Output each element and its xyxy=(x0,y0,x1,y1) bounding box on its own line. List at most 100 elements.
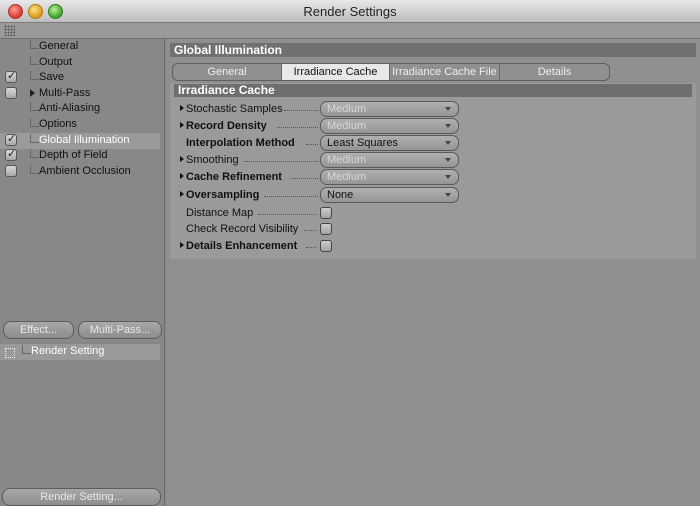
param-label: Details Enhancement xyxy=(186,240,298,252)
expand-arrow-icon[interactable] xyxy=(180,173,184,179)
tree-line xyxy=(30,134,39,143)
dot-leader xyxy=(277,127,318,128)
sidebar-item-depth-of-field[interactable]: Depth of Field xyxy=(0,147,160,164)
render-setting-icon xyxy=(5,348,15,358)
dot-leader xyxy=(306,247,316,248)
tree-line xyxy=(30,118,39,127)
tree-line xyxy=(30,56,39,65)
dot-leader xyxy=(284,110,318,111)
cache-refinement-dropdown[interactable]: Medium xyxy=(320,169,459,185)
expand-arrow-icon[interactable] xyxy=(180,122,184,128)
expand-arrow-icon[interactable] xyxy=(180,242,184,248)
tab-general[interactable]: General xyxy=(173,64,282,80)
param-row-cache-refinement: Cache Refinement Medium xyxy=(174,169,474,185)
param-row-interpolation-method: Interpolation Method Least Squares xyxy=(174,135,474,151)
chevron-down-icon xyxy=(445,175,451,179)
toolbar xyxy=(0,23,700,39)
sidebar-item-ambient-occlusion[interactable]: Ambient Occlusion xyxy=(0,164,160,180)
dot-leader xyxy=(304,230,316,231)
sidebar-item-save[interactable]: Save xyxy=(0,69,160,86)
dropdown-value: None xyxy=(327,189,354,201)
tab-irradiance-cache-file[interactable]: Irradiance Cache File xyxy=(390,64,500,80)
section-title: Global Illumination xyxy=(170,43,696,57)
tree-line xyxy=(30,165,39,174)
render-setting-label: Render Setting xyxy=(31,345,105,357)
tree-line xyxy=(30,102,39,111)
stochastic-samples-dropdown[interactable]: Medium xyxy=(320,101,459,117)
record-density-dropdown[interactable]: Medium xyxy=(320,118,459,134)
param-row-oversampling: Oversampling None xyxy=(174,187,474,203)
dropdown-value: Medium xyxy=(327,120,367,132)
param-row-distance-map: Distance Map xyxy=(174,205,474,221)
sidebar-item-output[interactable]: Output xyxy=(0,55,160,71)
sidebar-item-multi-pass[interactable]: Multi-Pass xyxy=(0,86,160,102)
sidebar-item-general[interactable]: General xyxy=(0,39,160,55)
expand-arrow-icon[interactable] xyxy=(180,105,184,111)
sidebar-item-label: Anti-Aliasing xyxy=(39,102,101,114)
global-illumination-enable-checkbox[interactable] xyxy=(5,132,17,146)
sidebar-item-label: Depth of Field xyxy=(39,149,108,161)
param-label: Check Record Visibility xyxy=(186,223,299,235)
chevron-down-icon xyxy=(445,158,451,162)
param-row-check-record-visibility: Check Record Visibility xyxy=(174,221,474,237)
main-panel: Global Illumination General Irradiance C… xyxy=(166,39,700,506)
param-label: Interpolation Method xyxy=(186,137,295,149)
interpolation-method-dropdown[interactable]: Least Squares xyxy=(320,135,459,151)
dropdown-value: Medium xyxy=(327,171,367,183)
tree-line xyxy=(22,345,31,354)
dot-leader xyxy=(258,214,316,215)
expand-arrow-icon[interactable] xyxy=(30,89,35,97)
check-record-visibility-checkbox[interactable] xyxy=(320,223,332,235)
irradiance-cache-panel: Irradiance Cache Stochastic Samples Medi… xyxy=(170,83,696,259)
param-label: Smoothing xyxy=(186,154,239,166)
dot-leader xyxy=(244,161,318,162)
chevron-down-icon xyxy=(445,193,451,197)
tab-irradiance-cache[interactable]: Irradiance Cache xyxy=(282,64,390,80)
sidebar-item-label: General xyxy=(39,40,79,52)
depth-of-field-enable-checkbox[interactable] xyxy=(5,147,17,161)
resize-grip-icon[interactable] xyxy=(4,25,15,36)
tree-line xyxy=(30,71,39,80)
sidebar-item-label: Save xyxy=(39,71,65,83)
sidebar-item-label: Global Illumination xyxy=(39,134,130,146)
oversampling-dropdown[interactable]: None xyxy=(320,187,459,203)
subsection-title: Irradiance Cache xyxy=(174,84,692,97)
param-row-stochastic-samples: Stochastic Samples Medium xyxy=(174,101,474,117)
chevron-down-icon xyxy=(445,107,451,111)
distance-map-checkbox[interactable] xyxy=(320,207,332,219)
tree-line xyxy=(30,149,39,158)
sidebar-item-options[interactable]: Options xyxy=(0,117,160,133)
expand-arrow-icon[interactable] xyxy=(180,191,184,197)
details-enhancement-checkbox[interactable] xyxy=(320,240,332,252)
chevron-down-icon xyxy=(445,141,451,145)
render-setting-item[interactable]: Render Setting xyxy=(0,344,160,360)
ambient-occlusion-enable-checkbox[interactable] xyxy=(5,165,17,177)
param-row-record-density: Record Density Medium xyxy=(174,118,474,134)
param-label: Stochastic Samples xyxy=(186,103,283,115)
render-setting-button[interactable]: Render Setting... xyxy=(2,488,161,506)
sidebar-item-label: Ambient Occlusion xyxy=(39,165,131,177)
effect-button[interactable]: Effect... xyxy=(3,321,74,339)
sidebar-item-label: Options xyxy=(39,118,77,130)
multi-pass-enable-checkbox[interactable] xyxy=(5,87,17,99)
param-row-details-enhancement: Details Enhancement xyxy=(174,238,474,254)
dot-leader xyxy=(291,178,318,179)
chevron-down-icon xyxy=(445,124,451,128)
dropdown-value: Medium xyxy=(327,154,367,166)
tree-line xyxy=(30,40,39,49)
sidebar-item-anti-aliasing[interactable]: Anti-Aliasing xyxy=(0,101,160,117)
dropdown-value: Least Squares xyxy=(327,137,398,149)
param-row-smoothing: Smoothing Medium xyxy=(174,152,474,168)
multi-pass-button[interactable]: Multi-Pass... xyxy=(78,321,162,339)
expand-arrow-icon[interactable] xyxy=(180,156,184,162)
dot-leader xyxy=(306,144,318,145)
param-label: Cache Refinement xyxy=(186,171,282,183)
smoothing-dropdown[interactable]: Medium xyxy=(320,152,459,168)
title-bar: Render Settings xyxy=(0,0,700,23)
sidebar-item-global-illumination[interactable]: Global Illumination xyxy=(0,132,160,149)
dot-leader xyxy=(264,196,318,197)
sidebar: General Output Save Multi-Pass Anti-Alia… xyxy=(0,39,165,506)
window-title: Render Settings xyxy=(303,4,397,19)
save-enable-checkbox[interactable] xyxy=(5,69,17,83)
tab-details[interactable]: Details xyxy=(500,64,609,80)
